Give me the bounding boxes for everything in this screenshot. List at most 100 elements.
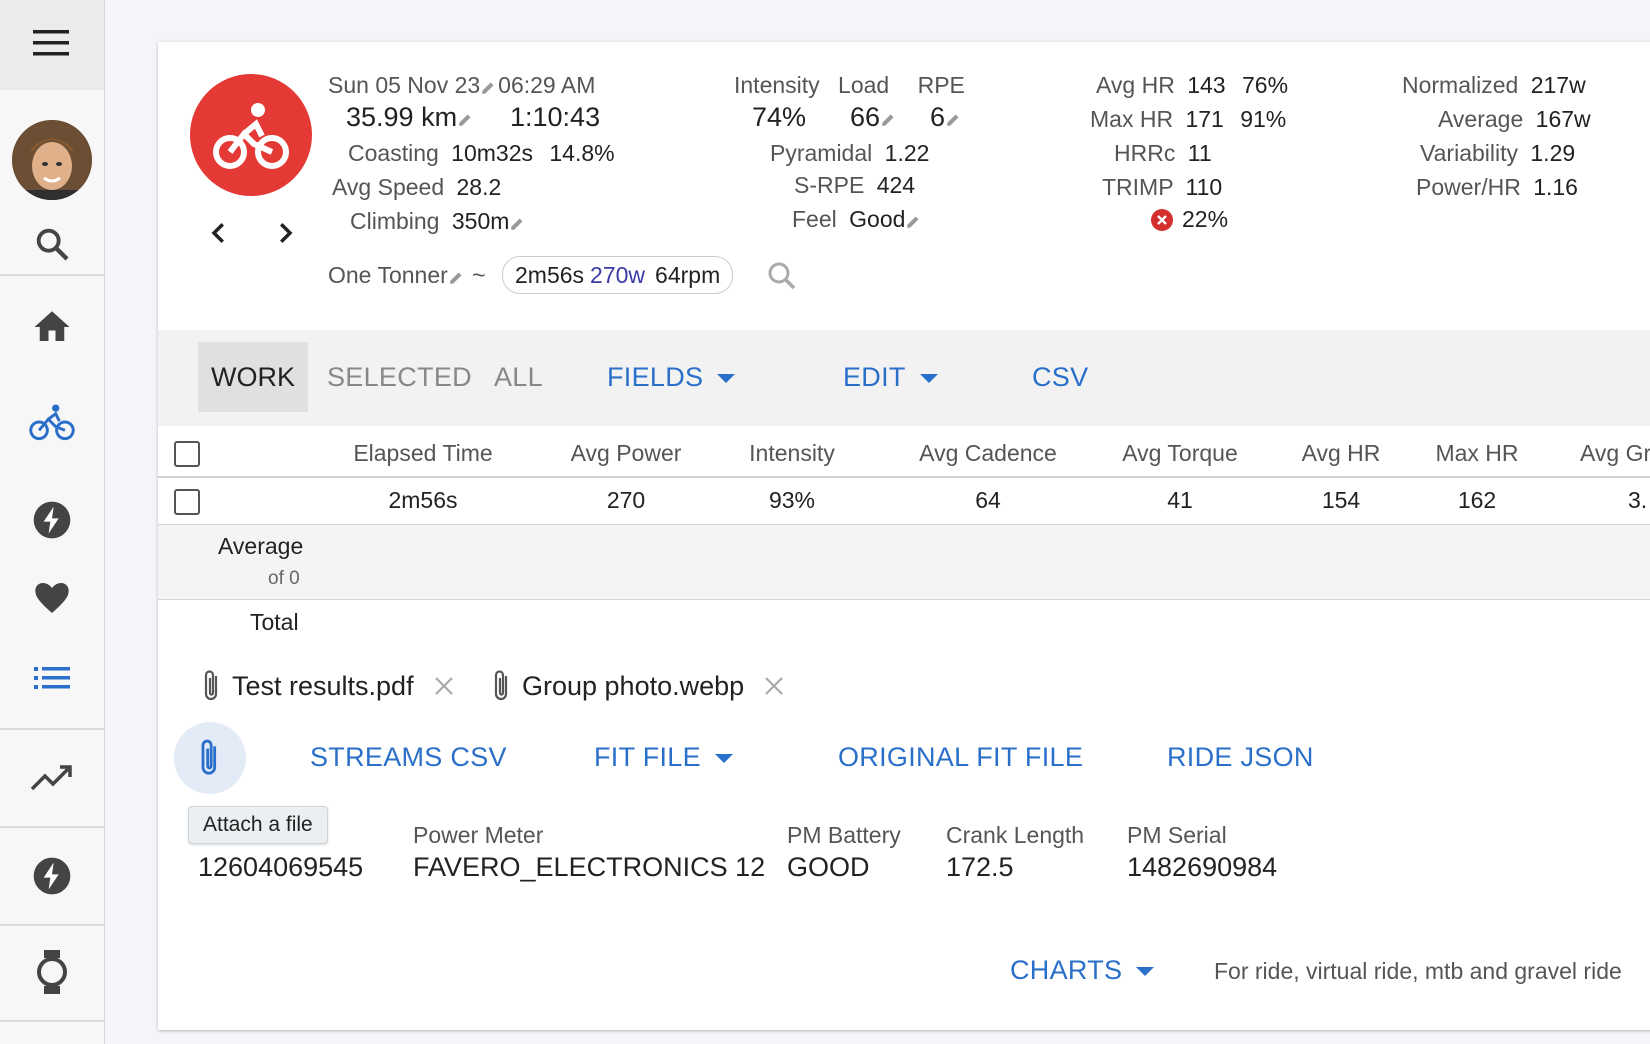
edit-label: EDIT: [843, 362, 906, 392]
power-hr-label: Power/HR: [1416, 174, 1521, 200]
list-nav-button[interactable]: [28, 654, 76, 702]
trending-up-icon: [30, 765, 72, 791]
rpe-label: RPE: [917, 72, 965, 98]
fitness-trend-nav-button[interactable]: [28, 754, 76, 802]
activities-nav-button[interactable]: [28, 398, 76, 446]
total-label: Total: [250, 609, 299, 635]
hrrc-value: 11: [1187, 140, 1212, 166]
attachment-item[interactable]: Test results.pdf: [200, 668, 456, 704]
heart-icon: [35, 583, 69, 613]
next-activity-button[interactable]: [270, 218, 300, 248]
load-label: Load: [838, 72, 890, 98]
search-nav-button[interactable]: [28, 220, 76, 268]
cell-elapsed-time: 2m56s: [388, 487, 458, 513]
power-meter-value: FAVERO_ELECTRONICS 12: [413, 852, 766, 882]
feel-value: Good: [849, 206, 906, 232]
user-avatar[interactable]: [12, 120, 92, 200]
average-power-value: 167w: [1535, 106, 1591, 132]
cell-max-hr: 162: [1457, 487, 1497, 513]
col-avg-cadence[interactable]: Avg Cadence: [886, 440, 1090, 467]
edit-pencil-icon[interactable]: [457, 110, 475, 128]
home-icon: [34, 311, 70, 341]
coasting-value: 10m32s: [451, 140, 533, 166]
tab-work[interactable]: WORK: [198, 342, 308, 412]
home-nav-button[interactable]: [28, 303, 76, 351]
find-efforts-button[interactable]: [764, 258, 800, 294]
edit-dropdown[interactable]: EDIT: [843, 362, 940, 393]
edit-pencil-icon[interactable]: [448, 268, 466, 286]
row-checkbox[interactable]: [174, 489, 200, 515]
power-meter-label: Power Meter: [413, 822, 544, 848]
search-icon: [36, 228, 69, 261]
edit-pencil-icon[interactable]: [905, 212, 923, 230]
intensity-value: 74%: [752, 102, 807, 132]
load-value: 66: [850, 102, 881, 132]
attachment-item[interactable]: Group photo.webp: [490, 668, 786, 704]
col-elapsed-time[interactable]: Elapsed Time: [330, 440, 516, 467]
avg-speed-label: Avg Speed: [332, 174, 445, 200]
power-curve-nav-button[interactable]: [28, 852, 76, 900]
hamburger-menu-icon: [33, 30, 69, 56]
avg-speed-value: 28.2: [456, 174, 502, 200]
avg-hr-pct: 76%: [1241, 72, 1289, 98]
csv-button[interactable]: CSV: [1032, 362, 1088, 393]
pyramidal-label: Pyramidal: [770, 140, 873, 166]
col-avg-hr[interactable]: Avg HR: [1276, 440, 1406, 467]
cell-avg-hr: 154: [1321, 487, 1361, 513]
tab-all[interactable]: ALL: [494, 362, 543, 393]
srpe-value: 424: [876, 172, 916, 198]
edit-pencil-icon[interactable]: [480, 78, 498, 96]
paperclip-icon: [201, 739, 217, 775]
original-fit-file-button[interactable]: ORIGINAL FIT FILE: [838, 742, 1083, 773]
max-hr-value: 171: [1185, 106, 1224, 132]
variability-value: 1.29: [1530, 140, 1576, 166]
previous-activity-button[interactable]: [204, 218, 234, 248]
watch-icon: [37, 950, 67, 994]
effort-cadence: 64rpm: [655, 261, 721, 288]
charts-dropdown[interactable]: CHARTS: [1010, 955, 1156, 986]
ride-icon: [213, 103, 289, 169]
cell-avg-torque: 41: [1167, 487, 1193, 513]
fields-dropdown[interactable]: FIELDS: [607, 362, 737, 393]
health-nav-button[interactable]: [28, 574, 76, 622]
bike-icon: [29, 404, 75, 441]
caret-down-icon: [919, 373, 938, 383]
effort-power: 270w: [590, 261, 646, 288]
ride-json-button[interactable]: RIDE JSON: [1167, 742, 1314, 773]
col-intensity[interactable]: Intensity: [720, 440, 864, 467]
climbing-value: 350m: [451, 208, 510, 234]
pm-battery-label: PM Battery: [787, 822, 901, 848]
paperclip-icon: [494, 670, 508, 701]
edit-pencil-icon[interactable]: [509, 214, 527, 232]
edit-pencil-icon[interactable]: [945, 110, 963, 128]
col-avg-gradient[interactable]: Avg Gr: [1580, 440, 1650, 467]
streams-csv-button[interactable]: STREAMS CSV: [310, 742, 507, 773]
edit-pencil-icon[interactable]: [880, 110, 898, 128]
srpe-label: S-RPE: [794, 172, 865, 198]
close-icon[interactable]: [762, 674, 786, 698]
menu-button[interactable]: [0, 0, 104, 90]
attach-file-button[interactable]: [174, 722, 246, 794]
decoupling-value: 22%: [1182, 206, 1229, 232]
effort-time: 2m56s: [515, 261, 585, 288]
close-icon[interactable]: [432, 674, 456, 698]
col-max-hr[interactable]: Max HR: [1412, 440, 1542, 467]
pyramidal-value: 1.22: [884, 140, 930, 166]
col-avg-torque[interactable]: Avg Torque: [1100, 440, 1260, 467]
max-hr-label: Max HR: [1090, 106, 1174, 132]
chevron-left-icon: [211, 223, 224, 243]
feel-label: Feel: [792, 206, 837, 232]
cell-avg-gradient: 3.: [1628, 487, 1648, 513]
select-all-checkbox[interactable]: [174, 441, 200, 467]
power-nav-button[interactable]: [28, 496, 76, 544]
col-avg-power[interactable]: Avg Power: [546, 440, 706, 467]
watch-nav-button[interactable]: [28, 948, 76, 996]
activity-distance: 35.99 km: [346, 102, 458, 132]
tab-selected[interactable]: SELECTED: [327, 362, 472, 393]
fit-file-dropdown[interactable]: FIT FILE: [594, 742, 735, 773]
route-tilde: ~: [472, 262, 486, 288]
max-hr-pct: 91%: [1240, 106, 1287, 132]
best-effort-chip[interactable]: 2m56s 270w 64rpm: [502, 256, 734, 294]
avg-hr-label: Avg HR: [1096, 72, 1175, 98]
coasting-label: Coasting: [348, 140, 439, 166]
